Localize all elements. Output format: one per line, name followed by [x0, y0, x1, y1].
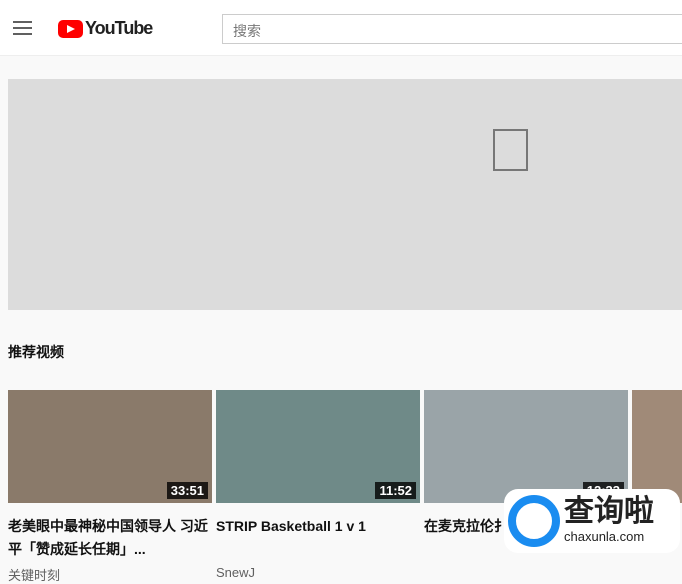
section-title: 推荐视频 — [8, 344, 64, 360]
video-card[interactable] — [632, 390, 682, 503]
video-title[interactable]: STRIP Basketball 1 v 1 — [216, 515, 420, 561]
logo-text: YouTube — [85, 18, 153, 38]
duration: 11:52 — [375, 482, 416, 499]
menu-icon[interactable] — [13, 21, 32, 39]
video-thumbnail[interactable] — [632, 390, 682, 503]
watermark-name: 查询啦 — [564, 495, 654, 528]
duration: 33:51 — [166, 482, 208, 499]
search-input[interactable]: 搜索 — [222, 14, 682, 44]
top-bar: YouTube 搜索 — [0, 0, 682, 56]
channel-name[interactable]: SnewJ — [216, 565, 420, 580]
youtube-logo[interactable]: YouTube — [58, 18, 153, 39]
video-title[interactable]: 老美眼中最神秘中国领导人 习近平「赞成延长任期」... — [8, 515, 212, 561]
channel-name[interactable]: 关键时刻 — [8, 565, 212, 584]
watermark-domain: chaxunla.com — [564, 529, 645, 544]
search-logo-icon — [508, 495, 560, 547]
broken-image-icon — [493, 129, 528, 171]
watermark: 查询啦 chaxunla.com — [504, 489, 680, 553]
video-card[interactable]: 33:51 老美眼中最神秘中国领导人 习近平「赞成延长任期」... 关键时刻 — [8, 390, 212, 584]
play-icon — [58, 19, 83, 38]
video-card[interactable]: 11:52 STRIP Basketball 1 v 1 SnewJ — [216, 390, 420, 580]
video-thumbnail[interactable]: 33:51 — [8, 390, 212, 503]
video-thumbnail[interactable]: 11:52 — [216, 390, 420, 503]
video-thumbnail[interactable]: 12:33 — [424, 390, 628, 503]
banner-placeholder — [8, 79, 682, 310]
